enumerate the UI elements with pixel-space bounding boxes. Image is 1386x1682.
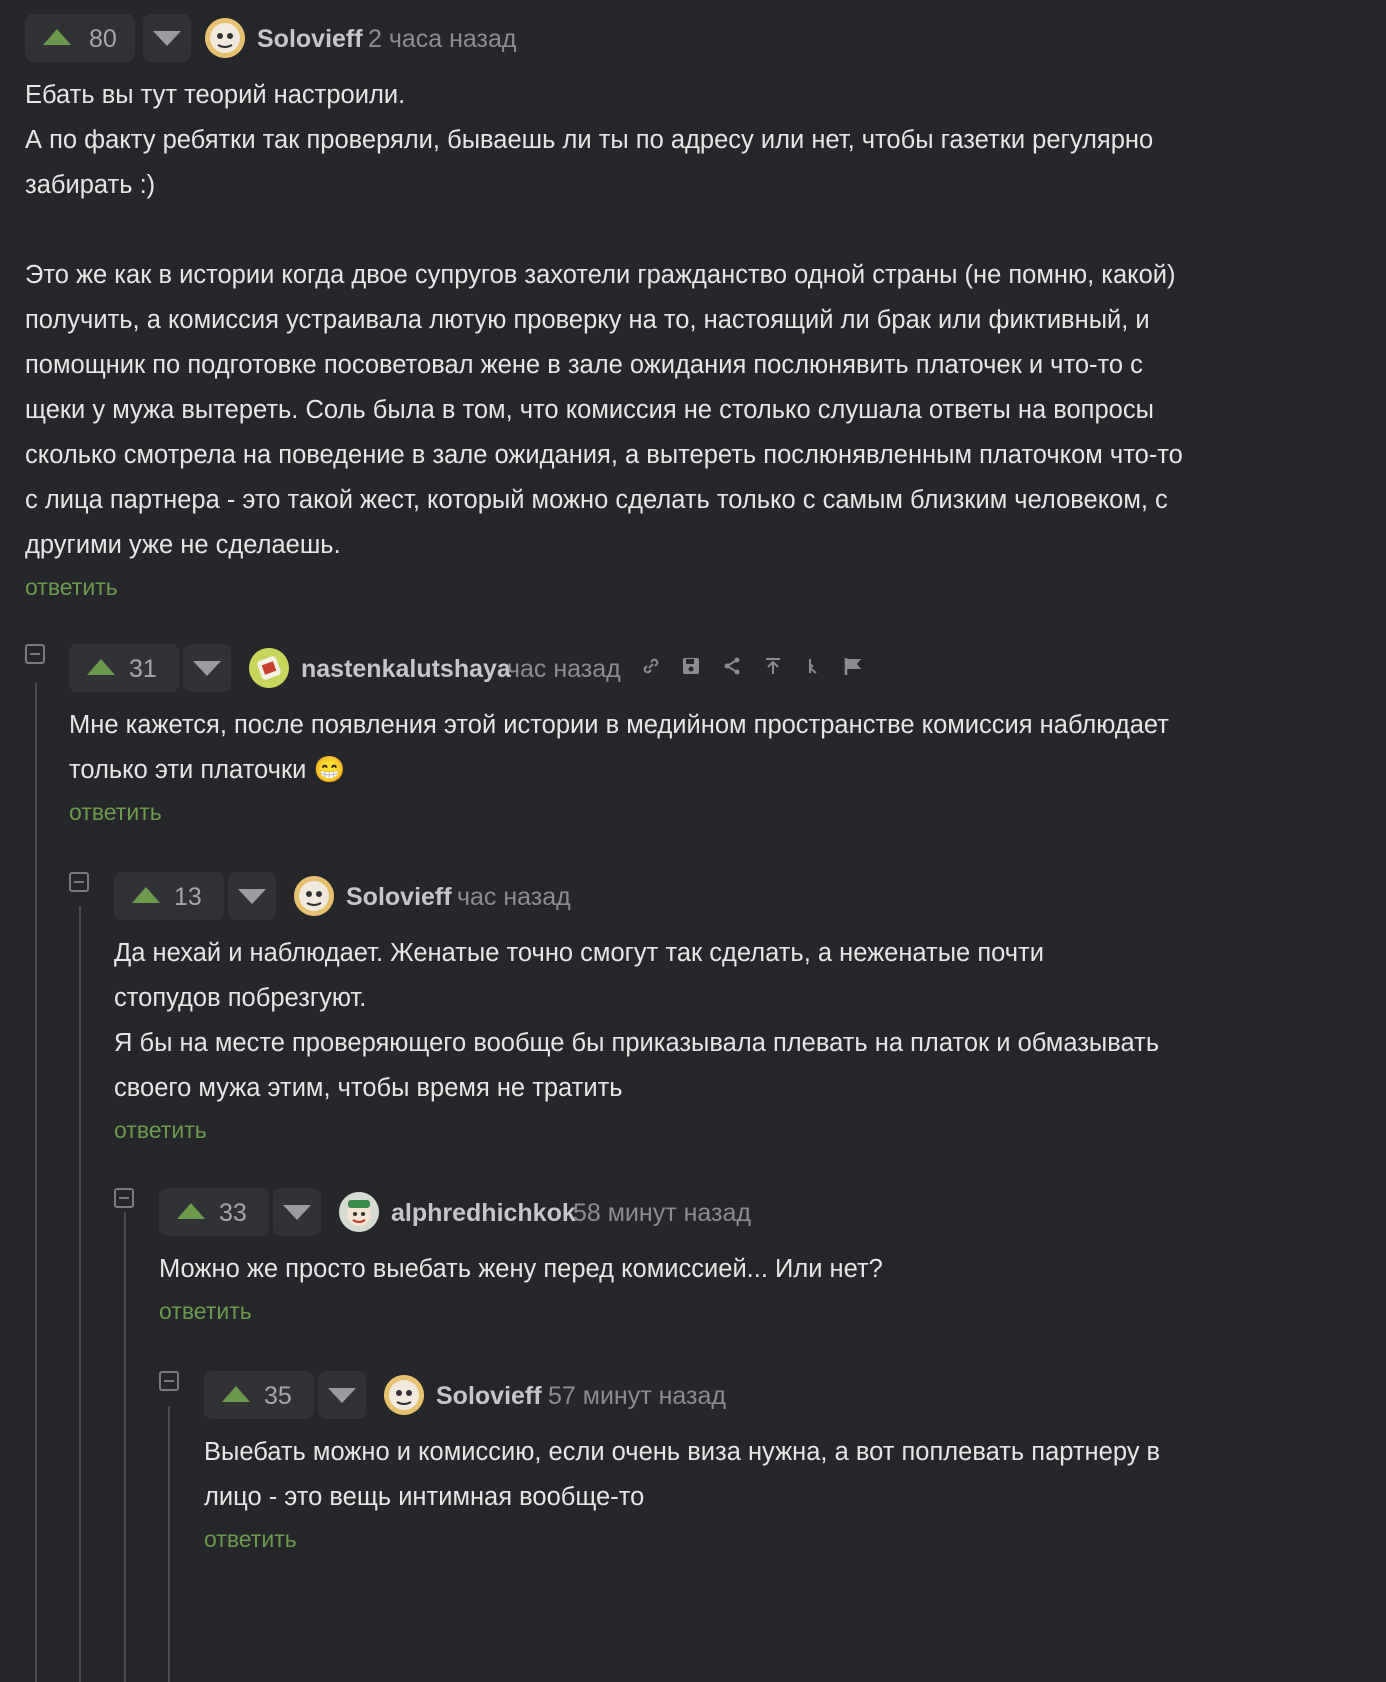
comment-score: 35 xyxy=(264,1382,292,1410)
comment-score: 33 xyxy=(219,1199,247,1227)
comment: 31 nastenkalutshaya час назад Мне кажетс… xyxy=(69,644,1386,826)
collapse-thread-button[interactable] xyxy=(69,872,89,892)
downvote-icon[interactable] xyxy=(238,889,266,904)
avatar[interactable] xyxy=(294,876,334,916)
upvote-box[interactable]: 31 xyxy=(69,644,179,692)
timestamp[interactable]: час назад xyxy=(507,655,621,684)
upvote-icon[interactable] xyxy=(87,659,115,675)
avatar[interactable] xyxy=(249,648,289,688)
share-icon[interactable] xyxy=(720,656,744,680)
comment-text: Ебать вы тут теорий настроили. А по факт… xyxy=(25,81,1183,559)
avatar[interactable] xyxy=(384,1375,424,1415)
downvote-icon[interactable] xyxy=(153,31,181,46)
upvote-icon[interactable] xyxy=(132,887,160,903)
avatar[interactable] xyxy=(339,1192,379,1232)
comment: 80 Solovieff 2 часа назад Ебать вы тут т… xyxy=(25,14,1386,601)
save-icon[interactable] xyxy=(679,656,703,680)
comment-header: 31 nastenkalutshaya час назад xyxy=(69,644,1386,692)
downvote-icon[interactable] xyxy=(283,1205,311,1220)
author-name[interactable]: alphredhichkok xyxy=(391,1199,576,1228)
reply-link[interactable]: ответить xyxy=(69,799,162,826)
reply-link[interactable]: ответить xyxy=(25,574,118,601)
comment-score: 80 xyxy=(89,25,117,53)
upvote-box[interactable]: 35 xyxy=(204,1371,314,1419)
thread-line[interactable] xyxy=(35,683,37,1682)
thread-line[interactable] xyxy=(79,906,81,1682)
upvote-icon[interactable] xyxy=(177,1203,205,1219)
upvote-icon[interactable] xyxy=(43,29,71,45)
comment-header: 33 alphredhichkok 58 минут назад xyxy=(159,1188,1386,1236)
collapse-thread-button[interactable] xyxy=(25,644,45,664)
link-icon[interactable] xyxy=(639,656,663,680)
reply-link[interactable]: ответить xyxy=(204,1526,297,1553)
comment-text: Мне кажется, после появления этой истори… xyxy=(69,711,1169,784)
downvote-button[interactable] xyxy=(183,644,231,692)
author-name[interactable]: Solovieff xyxy=(257,25,363,54)
collapse-thread-button[interactable] xyxy=(114,1188,134,1208)
author-name[interactable]: Solovieff xyxy=(346,883,452,912)
upvote-box[interactable]: 13 xyxy=(114,872,224,920)
go-to-parent-icon[interactable] xyxy=(761,656,785,680)
comment-header: 35 Solovieff 57 минут назад xyxy=(204,1371,1386,1419)
comment-header: 80 Solovieff 2 часа назад xyxy=(25,14,1386,62)
thread-icon[interactable] xyxy=(801,656,825,680)
comment-text: Можно же просто выебать жену перед комис… xyxy=(159,1255,883,1283)
author-name[interactable]: nastenkalutshaya xyxy=(301,655,511,684)
upvote-box[interactable]: 80 xyxy=(25,14,135,62)
timestamp[interactable]: 2 часа назад xyxy=(368,25,517,54)
comment: 33 alphredhichkok 58 минут назад Можно ж… xyxy=(159,1188,1386,1325)
collapse-thread-button[interactable] xyxy=(159,1371,179,1391)
avatar[interactable] xyxy=(205,18,245,58)
flag-icon[interactable] xyxy=(841,656,865,680)
timestamp[interactable]: 57 минут назад xyxy=(548,1382,726,1411)
downvote-button[interactable] xyxy=(318,1371,366,1419)
downvote-icon[interactable] xyxy=(328,1388,356,1403)
comment-text: Да нехай и наблюдает. Женатые точно смог… xyxy=(114,939,1160,1102)
author-name[interactable]: Solovieff xyxy=(436,1382,542,1411)
timestamp[interactable]: час назад xyxy=(457,883,571,912)
comment-text: Выебать можно и комиссию, если очень виз… xyxy=(204,1438,1161,1511)
downvote-button[interactable] xyxy=(143,14,191,62)
upvote-box[interactable]: 33 xyxy=(159,1188,269,1236)
thread-line[interactable] xyxy=(168,1406,170,1682)
reply-link[interactable]: ответить xyxy=(114,1117,207,1144)
reply-link[interactable]: ответить xyxy=(159,1298,252,1325)
comment-score: 31 xyxy=(129,655,157,683)
downvote-button[interactable] xyxy=(273,1188,321,1236)
downvote-icon[interactable] xyxy=(193,661,221,676)
upvote-icon[interactable] xyxy=(222,1386,250,1402)
comment-header: 13 Solovieff час назад xyxy=(114,872,1386,920)
thread-line[interactable] xyxy=(124,1212,126,1682)
timestamp[interactable]: 58 минут назад xyxy=(573,1199,751,1228)
comment-score: 13 xyxy=(174,883,202,911)
downvote-button[interactable] xyxy=(228,872,276,920)
comment: 13 Solovieff час назад Да нехай и наблюд… xyxy=(114,872,1386,1144)
comment: 35 Solovieff 57 минут назад Выебать можн… xyxy=(204,1371,1386,1553)
